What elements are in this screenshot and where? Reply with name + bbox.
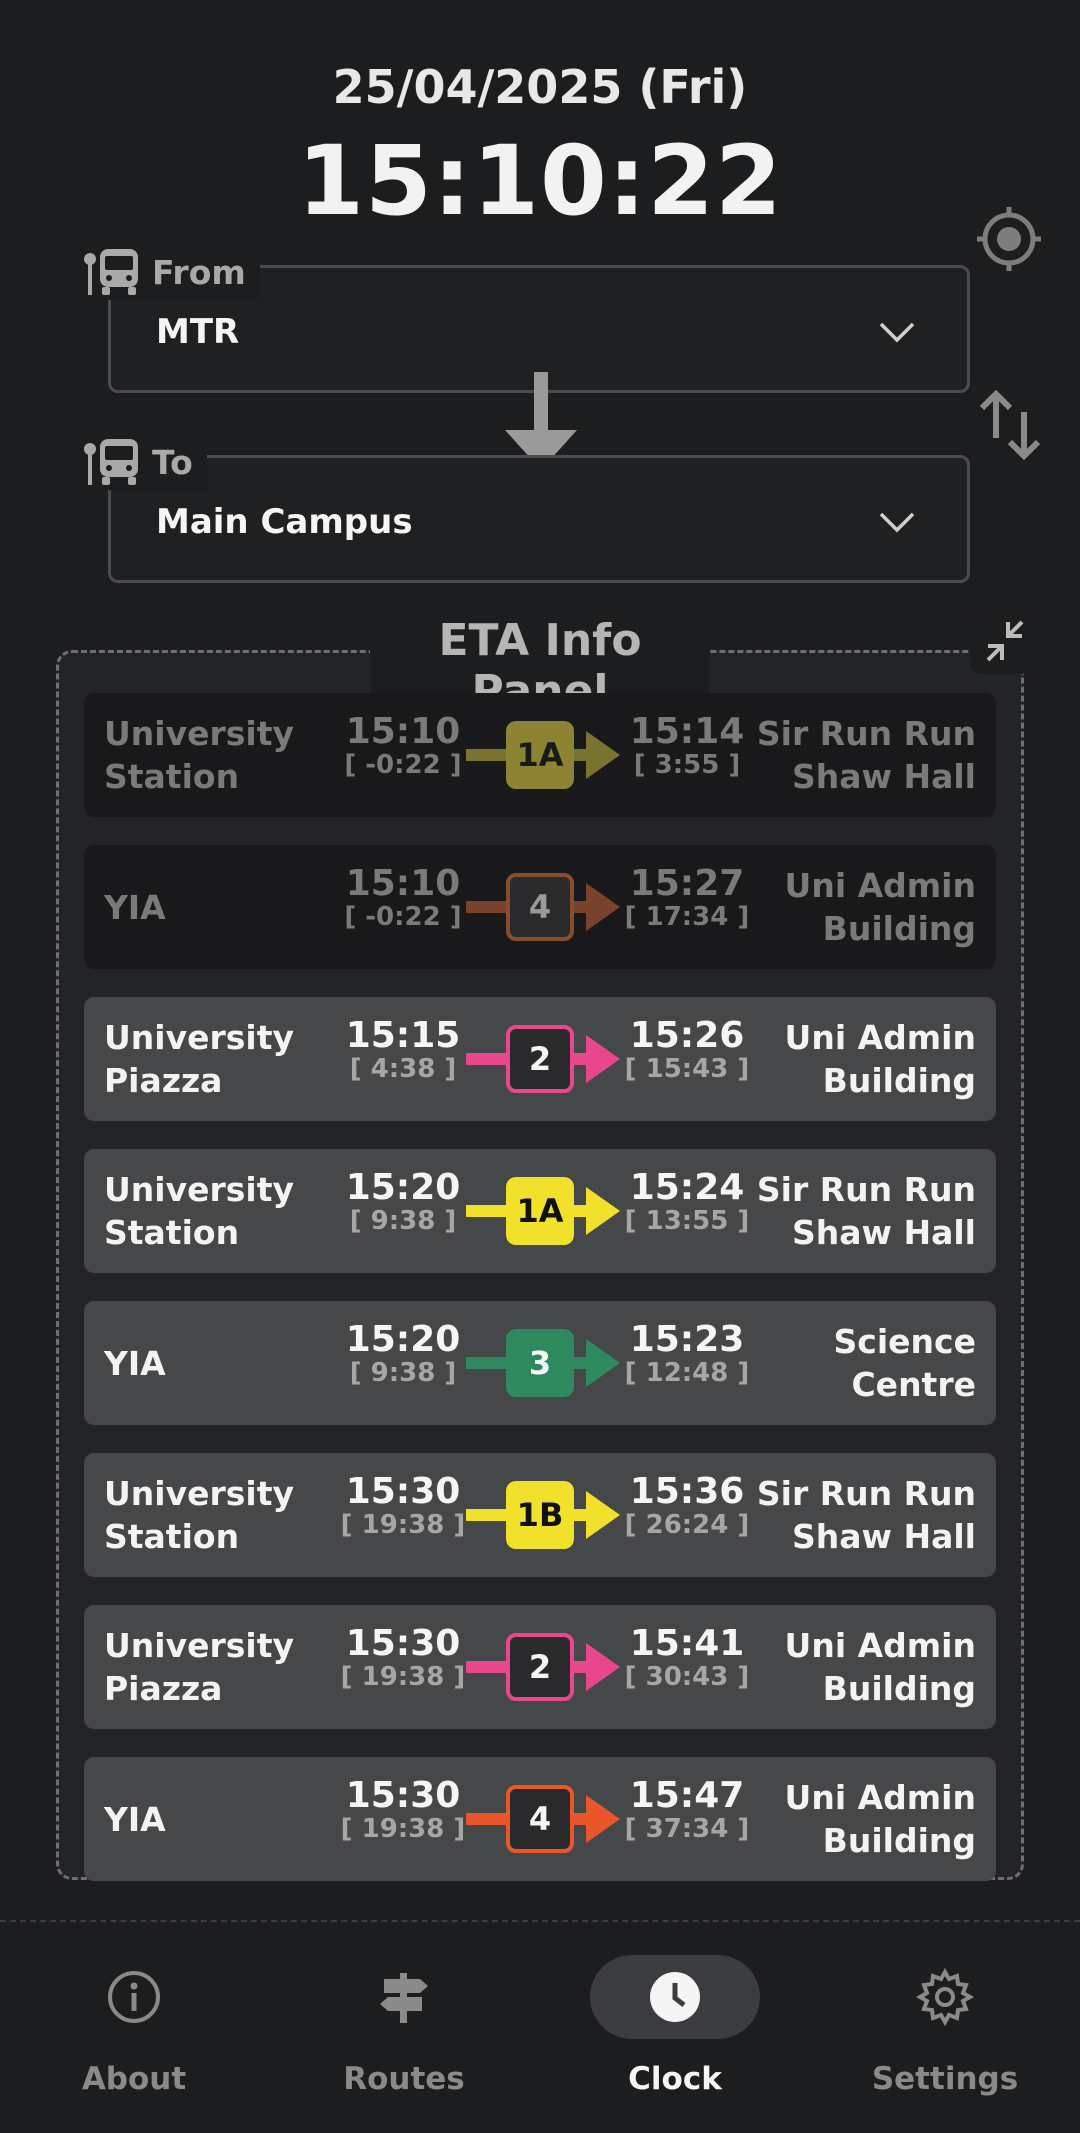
nav-divider	[0, 1920, 1080, 1922]
chevron-down-icon	[879, 512, 915, 533]
eta-row[interactable]: University Piazza 15:30 [ 19:38 ] 2 15:4…	[84, 1605, 996, 1729]
route-badge: 1A	[506, 721, 574, 789]
clock-icon	[650, 1972, 700, 2022]
departure-time-group: 15:30 [ 19:38 ]	[328, 1453, 478, 1540]
eta-row[interactable]: University Station 15:30 [ 19:38 ] 1B 15…	[84, 1453, 996, 1577]
departure-countdown: [ 9:38 ]	[349, 1206, 457, 1236]
route-badge: 3	[506, 1329, 574, 1397]
departure-time: 15:20	[345, 1319, 461, 1360]
departure-time-group: 15:20 [ 9:38 ]	[328, 1149, 478, 1236]
origin-stop: University Piazza	[104, 1626, 295, 1708]
origin-stop: University Station	[104, 1474, 295, 1556]
origin-stop: University Piazza	[104, 1018, 295, 1100]
destination-stop: Science Centre	[833, 1322, 976, 1404]
nav-settings[interactable]: Settings	[845, 1955, 1045, 2097]
bus-stop-icon	[84, 439, 138, 485]
eta-row[interactable]: University Station 15:20 [ 9:38 ] 1A 15:…	[84, 1149, 996, 1273]
locate-button[interactable]	[975, 205, 1043, 273]
signpost-icon	[380, 1973, 428, 2023]
route-indicator: 4	[464, 1783, 624, 1855]
to-select[interactable]: Main Campus	[108, 455, 970, 583]
departure-countdown: [ -0:22 ]	[344, 902, 462, 932]
swap-arrows-icon	[979, 389, 1041, 461]
departure-time: 15:30	[345, 1775, 461, 1816]
route-indicator: 3	[464, 1327, 624, 1399]
to-label-group: To	[82, 434, 207, 490]
nav-about-label: About	[81, 2061, 187, 2097]
destination-stop: Uni Admin Building	[784, 1778, 976, 1860]
route-badge: 1A	[506, 1177, 574, 1245]
departure-time: 15:30	[345, 1471, 461, 1512]
origin-stop: YIA	[104, 1799, 166, 1839]
nav-about[interactable]: About	[34, 1955, 234, 2097]
route-indicator: 2	[464, 1631, 624, 1703]
destination-stop: Sir Run Run Shaw Hall	[756, 1474, 976, 1556]
departure-countdown: [ -0:22 ]	[344, 750, 462, 780]
nav-routes-label: Routes	[343, 2061, 465, 2097]
nav-settings-label: Settings	[871, 2061, 1019, 2097]
info-icon	[108, 1971, 160, 2023]
clock-time: 15:10:22	[297, 125, 783, 237]
departure-time: 15:30	[345, 1623, 461, 1664]
route-badge: 2	[506, 1633, 574, 1701]
departure-time-group: 15:15 [ 4:38 ]	[328, 997, 478, 1084]
departure-time: 15:20	[345, 1167, 461, 1208]
date-label: 25/04/2025 (Fri)	[332, 60, 748, 114]
collapse-panel-button[interactable]	[970, 608, 1040, 674]
departure-time-group: 15:30 [ 19:38 ]	[328, 1757, 478, 1844]
crosshair-icon	[977, 207, 1041, 271]
eta-row[interactable]: YIA 15:30 [ 19:38 ] 4 15:47 [ 37:34 ] Un…	[84, 1757, 996, 1881]
departure-time-group: 15:10 [ -0:22 ]	[328, 693, 478, 780]
eta-row[interactable]: University Piazza 15:15 [ 4:38 ] 2 15:26…	[84, 997, 996, 1121]
eta-row[interactable]: YIA 15:10 [ -0:22 ] 4 15:27 [ 17:34 ] Un…	[84, 845, 996, 969]
departure-time: 15:10	[345, 863, 461, 904]
route-indicator: 2	[464, 1023, 624, 1095]
eta-row[interactable]: YIA 15:20 [ 9:38 ] 3 15:23 [ 12:48 ] Sci…	[84, 1301, 996, 1425]
origin-stop: University Station	[104, 714, 295, 796]
departure-time-group: 15:10 [ -0:22 ]	[328, 845, 478, 932]
departure-countdown: [ 19:38 ]	[340, 1814, 466, 1844]
collapse-icon	[986, 620, 1024, 662]
chevron-down-icon	[879, 322, 915, 343]
nav-clock-label: Clock	[628, 2061, 722, 2097]
departure-countdown: [ 4:38 ]	[349, 1054, 457, 1084]
route-badge: 1B	[506, 1481, 574, 1549]
origin-stop: YIA	[104, 1343, 166, 1383]
swap-button[interactable]	[979, 388, 1041, 462]
departure-countdown: [ 9:38 ]	[349, 1358, 457, 1388]
gear-icon	[916, 1968, 974, 2026]
route-badge: 4	[506, 873, 574, 941]
destination-stop: Sir Run Run Shaw Hall	[756, 714, 976, 796]
route-indicator: 4	[464, 871, 624, 943]
route-badge: 4	[506, 1785, 574, 1853]
to-label: To	[152, 442, 193, 482]
destination-stop: Uni Admin Building	[784, 1626, 976, 1708]
destination-stop: Sir Run Run Shaw Hall	[756, 1170, 976, 1252]
departure-countdown: [ 19:38 ]	[340, 1662, 466, 1692]
departure-time-group: 15:20 [ 9:38 ]	[328, 1301, 478, 1388]
route-badge: 2	[506, 1025, 574, 1093]
bus-stop-icon	[84, 249, 138, 295]
route-indicator: 1A	[464, 1175, 624, 1247]
nav-clock[interactable]: Clock	[575, 1955, 775, 2097]
origin-stop: YIA	[104, 887, 166, 927]
destination-stop: Uni Admin Building	[784, 866, 976, 948]
nav-routes[interactable]: Routes	[304, 1955, 504, 2097]
route-indicator: 1A	[464, 719, 624, 791]
route-indicator: 1B	[464, 1479, 624, 1551]
departure-time: 15:15	[345, 1015, 461, 1056]
eta-row[interactable]: University Station 15:10 [ -0:22 ] 1A 15…	[84, 693, 996, 817]
departure-time-group: 15:30 [ 19:38 ]	[328, 1605, 478, 1692]
departure-countdown: [ 19:38 ]	[340, 1510, 466, 1540]
from-label-group: From	[82, 244, 260, 300]
origin-stop: University Station	[104, 1170, 295, 1252]
destination-stop: Uni Admin Building	[784, 1018, 976, 1100]
from-label: From	[152, 252, 246, 292]
departure-time: 15:10	[345, 711, 461, 752]
